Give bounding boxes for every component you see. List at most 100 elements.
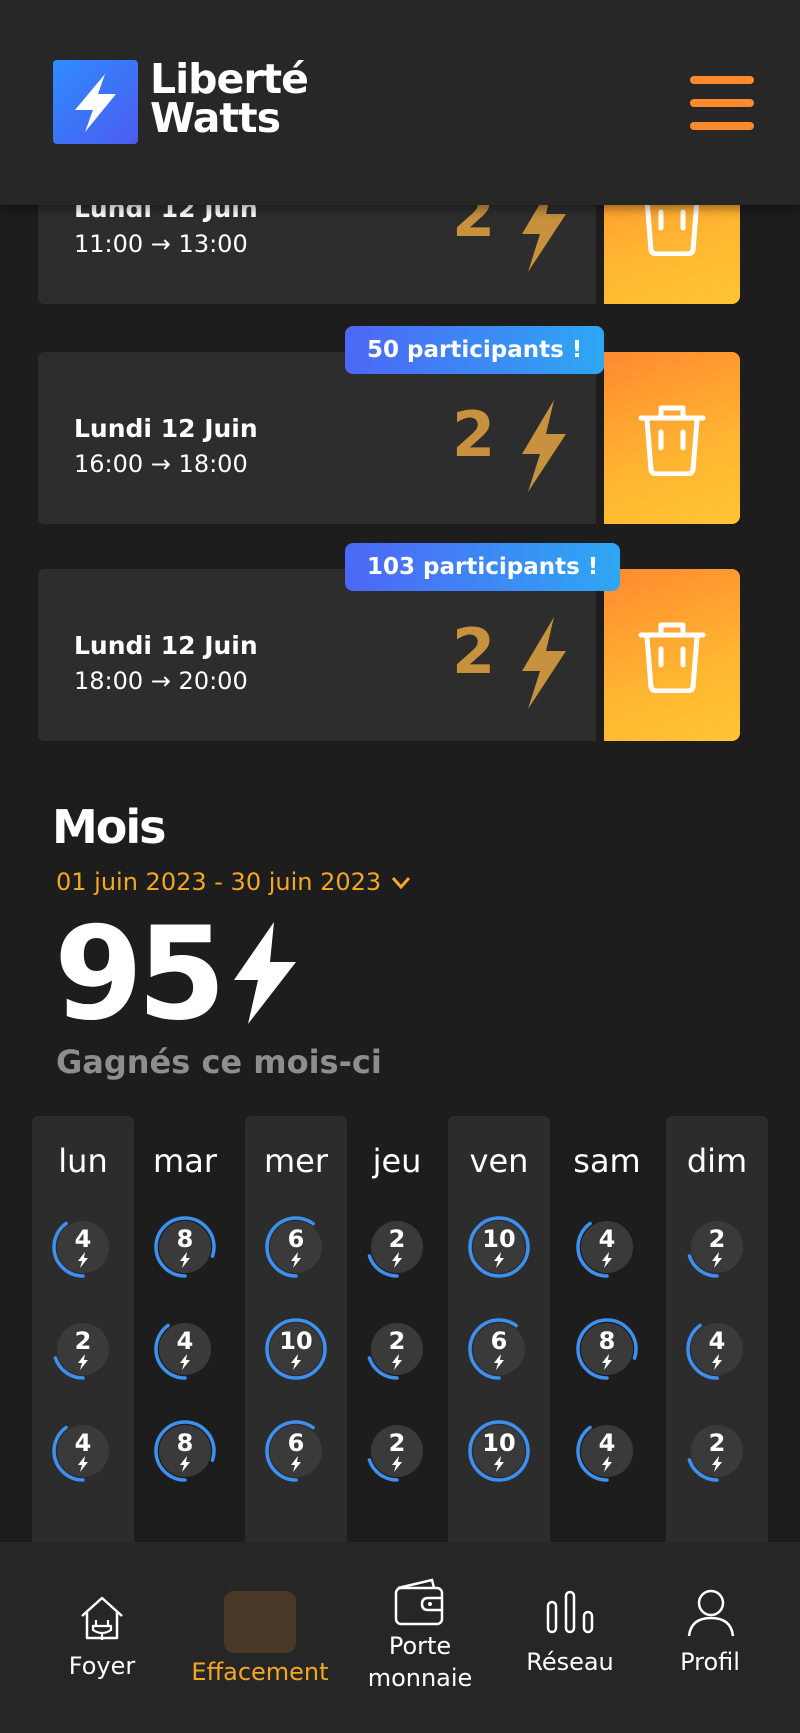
bolt-icon [514, 615, 570, 715]
calendar-day-cell[interactable]: 10 [467, 1215, 531, 1279]
day-points: 4 [176, 1327, 194, 1355]
day-points: 4 [598, 1225, 616, 1253]
calendar-day-header: dim [686, 1142, 748, 1180]
day-points: 10 [279, 1327, 313, 1355]
calendar-day-cell[interactable]: 4 [685, 1317, 749, 1381]
wallet-icon [392, 1578, 448, 1632]
day-points: 2 [388, 1225, 406, 1253]
logo-bolt-icon [53, 60, 138, 144]
nav-item-profil[interactable]: Profil [660, 1542, 760, 1733]
day-points: 6 [287, 1429, 305, 1457]
calendar-day-cell[interactable]: 4 [51, 1419, 115, 1483]
calendar-day-cell[interactable]: 8 [153, 1215, 217, 1279]
calendar-day-cell[interactable]: 2 [51, 1317, 115, 1381]
calendar-day-cell[interactable]: 10 [467, 1419, 531, 1483]
bolt-icon [290, 1456, 302, 1476]
nav-item-reseau[interactable]: Réseau [510, 1542, 630, 1733]
calendar-day-header: jeu [372, 1142, 422, 1180]
month-subtitle: Gagnés ce mois-ci [56, 1043, 382, 1081]
bolt-icon [711, 1354, 723, 1374]
bolt-icon [179, 1456, 191, 1476]
bolt-icon [391, 1456, 403, 1476]
day-points: 8 [598, 1327, 616, 1355]
bolt-icon [493, 1252, 505, 1272]
calendar-day-cell[interactable]: 10 [264, 1317, 328, 1381]
nav-label: Foyer [68, 1652, 136, 1680]
bolt-icon [391, 1354, 403, 1374]
bolt-icon [290, 1354, 302, 1374]
nav-item-porte-monnaie[interactable]: Porte monnaie [354, 1542, 486, 1733]
bolt-icon [711, 1456, 723, 1476]
bolt-icon [290, 1252, 302, 1272]
day-points: 6 [287, 1225, 305, 1253]
day-points: 4 [74, 1429, 92, 1457]
day-points: 10 [482, 1429, 516, 1457]
day-points: 10 [482, 1225, 516, 1253]
booking-points: 2 [452, 615, 496, 688]
booking-time: 16:00 → 18:00 [74, 450, 248, 478]
calendar-day-cell[interactable]: 8 [575, 1317, 639, 1381]
calendar-day-cell[interactable]: 2 [685, 1215, 749, 1279]
calendar-day-cell[interactable]: 2 [685, 1419, 749, 1483]
month-range-selector[interactable]: 01 juin 2023 - 30 juin 2023 [56, 868, 411, 896]
day-points: 2 [388, 1327, 406, 1355]
delete-booking-button[interactable] [604, 569, 740, 741]
nav-label: Profil [680, 1648, 740, 1676]
calendar-day-cell[interactable]: 2 [365, 1317, 429, 1381]
hamburger-menu-button[interactable] [690, 76, 754, 130]
bolt-icon [514, 398, 570, 498]
bolt-icon [77, 1252, 89, 1272]
month-range-label: 01 juin 2023 - 30 juin 2023 [56, 868, 382, 896]
bolt-icon [179, 1354, 191, 1374]
bars-icon [546, 1590, 596, 1638]
calendar-day-header: sam [573, 1142, 641, 1180]
day-points: 4 [708, 1327, 726, 1355]
day-points: 6 [490, 1327, 508, 1355]
bolt-icon [228, 920, 300, 1030]
calendar-day-header: lun [58, 1142, 108, 1180]
day-points: 2 [708, 1225, 726, 1253]
calendar-day-cell[interactable]: 2 [365, 1419, 429, 1483]
bolt-icon [391, 1252, 403, 1272]
bolt-icon [711, 1252, 723, 1272]
day-points: 4 [598, 1429, 616, 1457]
participants-badge: 50 participants ! [345, 326, 605, 374]
calendar-day-cell[interactable]: 6 [264, 1419, 328, 1483]
bolt-icon [77, 1456, 89, 1476]
bottom-nav: Foyer Effacement Porte monnaie Réseau Pr… [0, 1542, 800, 1733]
nav-item-foyer[interactable]: Foyer [50, 1542, 154, 1733]
booking-time: 11:00 → 13:00 [74, 230, 248, 258]
bolt-icon [77, 1354, 89, 1374]
delete-booking-button[interactable] [604, 352, 740, 524]
booking-info: Lundi 12 Juin 16:00 → 18:00 2 [38, 352, 596, 524]
day-points: 8 [176, 1429, 194, 1457]
calendar-day-cell[interactable]: 4 [51, 1215, 115, 1279]
day-points: 2 [74, 1327, 92, 1355]
calendar-day-cell[interactable]: 8 [153, 1419, 217, 1483]
bolt-icon [601, 1354, 613, 1374]
calendar-day-cell[interactable]: 4 [575, 1419, 639, 1483]
day-points: 8 [176, 1225, 194, 1253]
calendar-day-cell[interactable]: 4 [153, 1317, 217, 1381]
calendar-day-cell[interactable]: 6 [467, 1317, 531, 1381]
nav-active-indicator [224, 1591, 296, 1653]
day-points: 2 [388, 1429, 406, 1457]
calendar-day-cell[interactable]: 4 [575, 1215, 639, 1279]
bolt-icon [493, 1456, 505, 1476]
home-plug-icon [78, 1594, 126, 1646]
booking-date: Lundi 12 Juin [74, 631, 258, 660]
bolt-icon [601, 1252, 613, 1272]
booking-date: Lundi 12 Juin [74, 414, 258, 443]
month-total: 95 [54, 900, 226, 1049]
nav-label: Réseau [526, 1648, 614, 1676]
calendar-day-cell[interactable]: 6 [264, 1215, 328, 1279]
bolt-icon [179, 1252, 191, 1272]
booking-time: 18:00 → 20:00 [74, 667, 248, 695]
logo-wordmark: Liberté Watts [150, 55, 309, 142]
month-title: Mois [52, 800, 167, 854]
booking-info: Lundi 12 Juin 18:00 → 20:00 2 [38, 569, 596, 741]
calendar-day-cell[interactable]: 2 [365, 1215, 429, 1279]
app-header: Liberté Watts [0, 0, 800, 205]
day-points: 4 [74, 1225, 92, 1253]
booking-points: 2 [452, 398, 496, 471]
